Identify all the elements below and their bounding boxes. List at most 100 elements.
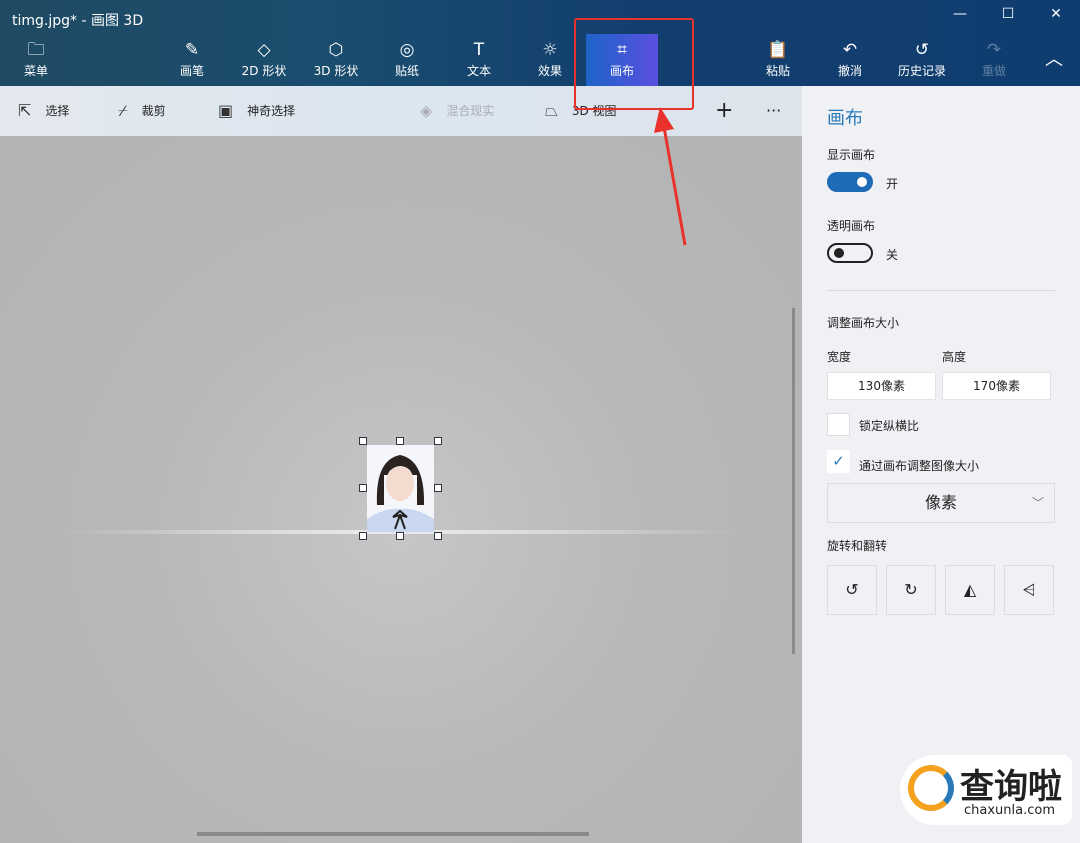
label: 2D 形状 xyxy=(241,64,287,78)
canvas-panel: 画布 显示画布 开 透明画布 关 调整画布大小 宽度 高度 130像素 170像… xyxy=(802,86,1080,843)
resize-handle[interactable] xyxy=(396,437,404,445)
resize-handle[interactable] xyxy=(434,484,442,492)
2d-shapes-tab[interactable]: ◇ 2D 形状 xyxy=(236,38,292,86)
transparent-canvas-toggle[interactable] xyxy=(827,243,873,263)
transparent-canvas-label: 透明画布 xyxy=(827,219,876,233)
label: 贴纸 xyxy=(394,64,419,78)
window-title: timg.jpg* - 画图 3D xyxy=(12,13,144,29)
resize-image-label: 通过画布调整图像大小 xyxy=(859,459,980,473)
chevron-down-icon: ﹀ xyxy=(1031,496,1044,510)
label: 神奇选择 xyxy=(247,104,296,118)
undo-button[interactable]: ↶ 撤消 xyxy=(828,38,872,86)
label: 历史记录 xyxy=(897,64,946,78)
collapse-ribbon-icon[interactable]: ︿ xyxy=(1036,38,1072,86)
width-label: 宽度 xyxy=(827,350,852,364)
rotate-left-button[interactable]: ↺ xyxy=(827,565,877,615)
effects-tab[interactable]: ☼ 效果 xyxy=(528,38,572,86)
redo-button[interactable]: ↷ 重做 xyxy=(972,38,1016,86)
2d-shapes-icon: ◇ xyxy=(257,40,271,60)
flip-vertical-icon: ⩤ xyxy=(1022,580,1036,599)
rotate-right-button[interactable]: ↻ xyxy=(886,565,936,615)
resize-handle[interactable] xyxy=(359,532,367,540)
brush-tab[interactable]: ✎ 画笔 xyxy=(170,38,214,86)
add-icon[interactable]: + xyxy=(715,86,733,136)
label: 选择 xyxy=(45,104,70,118)
menu-button[interactable]: 🗀 菜单 xyxy=(14,38,58,86)
lock-aspect-label: 锁定纵横比 xyxy=(859,419,920,433)
text-icon: T xyxy=(473,40,485,60)
divider xyxy=(827,290,1055,291)
annotation-highlight-box xyxy=(574,18,694,110)
annotation-arrow xyxy=(654,107,687,246)
sticker-icon: ◎ xyxy=(399,40,415,60)
resize-handle[interactable] xyxy=(359,484,367,492)
panel-title: 画布 xyxy=(827,108,863,129)
crop-icon: ⌿ xyxy=(118,101,128,120)
label: 粘贴 xyxy=(765,64,790,78)
mixed-reality-button[interactable]: ◈ 混合现实 xyxy=(420,86,494,136)
label: 菜单 xyxy=(23,64,48,78)
maximize-button[interactable]: ☐ xyxy=(988,6,1028,28)
label: 画笔 xyxy=(179,64,204,78)
flip-vertical-button[interactable]: ⩤ xyxy=(1004,565,1054,615)
label: 效果 xyxy=(537,64,562,78)
watermark-url: chaxunla.com xyxy=(964,803,1055,818)
height-label: 高度 xyxy=(942,350,967,364)
more-icon[interactable]: ··· xyxy=(766,86,781,136)
3d-view-icon: ⏢ xyxy=(545,101,558,120)
folder-icon: 🗀 xyxy=(27,40,45,60)
label: 3D 形状 xyxy=(313,64,359,78)
watermark-logo: 查询啦 chaxunla.com xyxy=(900,755,1072,825)
label: 混合现实 xyxy=(446,104,495,118)
redo-icon: ↷ xyxy=(986,40,1002,60)
rotate-left-icon: ↺ xyxy=(845,580,859,599)
history-icon: ↺ xyxy=(914,40,930,60)
show-canvas-toggle[interactable] xyxy=(827,172,873,192)
unit-value: 像素 xyxy=(924,493,957,512)
watermark-text: 查询啦 xyxy=(960,767,1062,807)
text-tab[interactable]: T 文本 xyxy=(457,38,501,86)
resize-handle[interactable] xyxy=(434,437,442,445)
search-logo-icon xyxy=(908,765,954,811)
resize-canvas-heading: 调整画布大小 xyxy=(827,316,900,330)
height-input[interactable]: 170像素 xyxy=(942,372,1051,400)
history-button[interactable]: ↺ 历史记录 xyxy=(892,38,952,86)
lock-aspect-checkbox[interactable] xyxy=(827,413,850,436)
select-button[interactable]: ⇱ 选择 xyxy=(18,86,69,136)
close-button[interactable]: ✕ xyxy=(1036,6,1076,28)
label: 裁剪 xyxy=(141,104,166,118)
brush-icon: ✎ xyxy=(184,40,200,60)
flip-horizontal-button[interactable]: ◭ xyxy=(945,565,995,615)
3d-shapes-tab[interactable]: ⬡ 3D 形状 xyxy=(308,38,364,86)
sticker-tab[interactable]: ◎ 贴纸 xyxy=(385,38,429,86)
show-canvas-state: 开 xyxy=(886,177,899,191)
resize-handle[interactable] xyxy=(359,437,367,445)
horizontal-scrollbar[interactable] xyxy=(197,832,589,836)
paste-icon: 📋 xyxy=(767,40,789,60)
magic-select-icon: ▣ xyxy=(218,101,234,120)
rotate-flip-heading: 旋转和翻转 xyxy=(827,539,888,553)
crop-button[interactable]: ⌿ 裁剪 xyxy=(118,86,166,136)
unit-dropdown[interactable]: 像素 ﹀ xyxy=(827,483,1055,523)
effects-icon: ☼ xyxy=(542,40,558,60)
mixed-reality-icon: ◈ xyxy=(420,101,433,120)
resize-handle[interactable] xyxy=(396,532,404,540)
transparent-canvas-state: 关 xyxy=(886,248,899,262)
label: 文本 xyxy=(466,64,491,78)
undo-icon: ↶ xyxy=(842,40,858,60)
width-input[interactable]: 130像素 xyxy=(827,372,936,400)
title-toolbar: timg.jpg* - 画图 3D — ☐ ✕ 🗀 菜单 ✎ 画笔 ◇ 2D 形状 ⬡… xyxy=(0,0,1080,86)
minimize-button[interactable]: — xyxy=(940,6,980,28)
flip-horizontal-icon: ◭ xyxy=(963,580,977,599)
rotate-right-icon: ↻ xyxy=(904,580,918,599)
resize-image-checkbox[interactable]: ✓ xyxy=(827,450,850,473)
canvas-image[interactable] xyxy=(367,445,434,532)
3d-shapes-icon: ⬡ xyxy=(328,40,344,60)
paste-button[interactable]: 📋 粘贴 xyxy=(756,38,800,86)
vertical-scrollbar[interactable] xyxy=(792,308,795,654)
show-canvas-label: 显示画布 xyxy=(827,148,876,162)
resize-handle[interactable] xyxy=(434,532,442,540)
magic-select-button[interactable]: ▣ 神奇选择 xyxy=(218,86,295,136)
label: 重做 xyxy=(981,64,1006,78)
cursor-icon: ⇱ xyxy=(18,101,32,120)
